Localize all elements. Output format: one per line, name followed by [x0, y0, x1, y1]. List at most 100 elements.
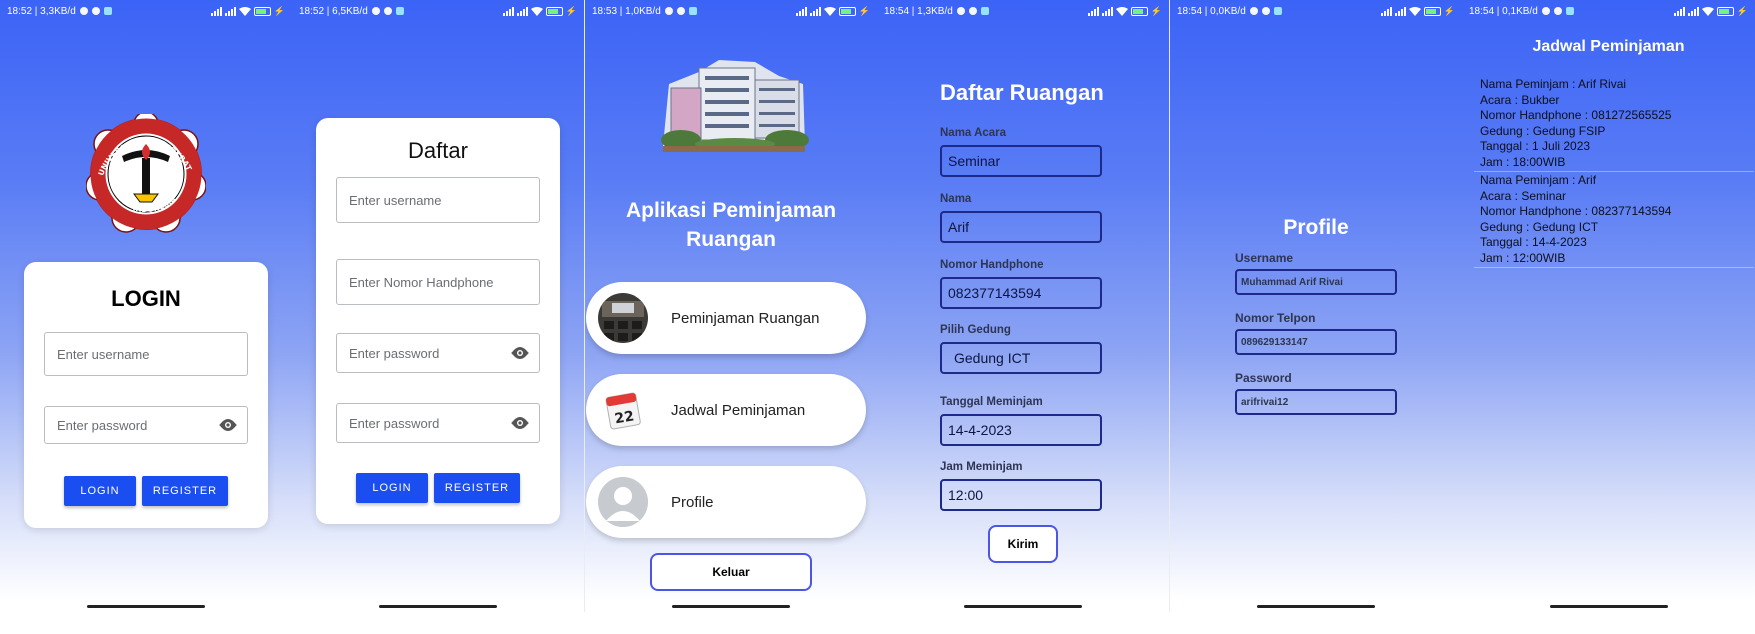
pilih-gedung-select[interactable]: Gedung ICT — [940, 342, 1102, 374]
tanggal-meminjam-input[interactable]: 14-4-2023 — [940, 414, 1102, 446]
nomor-handphone-input[interactable]: 082377143594 — [940, 277, 1102, 309]
username-placeholder: Enter username — [349, 192, 442, 208]
entry-gedung: Gedung : Gedung ICT — [1480, 219, 1599, 234]
entry-tanggal: Tanggal : 14-4-2023 — [1480, 235, 1587, 249]
profile-screen: 18:54 | 0,0KB/d ⚡ Profile Username Muham… — [1170, 0, 1462, 612]
wifi-icon — [238, 6, 251, 16]
home-indicator[interactable] — [379, 605, 497, 608]
eye-icon[interactable] — [219, 419, 237, 431]
entry-jam: Jam : 12:00WIB — [1480, 250, 1566, 265]
jam-meminjam-value: 12:00 — [948, 487, 984, 503]
nama-acara-input[interactable]: Seminar — [940, 145, 1102, 177]
signal-icon — [1673, 6, 1685, 16]
battery-icon — [838, 6, 856, 16]
signal-icon — [1101, 6, 1113, 16]
notification-icon — [664, 7, 673, 15]
status-time: 18:54 | 1,3KB/d — [884, 5, 953, 17]
entry-divider — [1474, 171, 1754, 172]
notification-icon — [371, 7, 380, 15]
status-bar: 18:53 | 1,0KB/d ⚡ — [585, 0, 877, 22]
home-indicator[interactable] — [1549, 605, 1668, 608]
battery-icon — [1716, 6, 1734, 16]
signal-icon — [1394, 6, 1406, 16]
schedule-entry[interactable]: Nama Peminjam : Arif Acara : Seminar Nom… — [1480, 173, 1750, 266]
status-bar: 18:54 | 0,0KB/d ⚡ — [1170, 0, 1462, 22]
notification-icon — [1249, 7, 1258, 15]
username-placeholder: Enter username — [57, 346, 150, 362]
submit-button[interactable]: Kirim — [988, 525, 1058, 563]
charging-icon: ⚡ — [1736, 5, 1748, 16]
logout-button[interactable]: Keluar — [650, 553, 812, 591]
register-card: Daftar Enter username Enter Nomor Handph… — [316, 118, 560, 524]
building-image — [659, 54, 809, 156]
username-input[interactable]: Enter username — [336, 177, 540, 223]
wifi-icon — [1408, 6, 1421, 16]
university-logo: UNIVERSITAS TEKNOKRAT INDONESIA — [85, 111, 207, 234]
home-menu-screen: 18:53 | 1,0KB/d ⚡ Aplikasi Peminjaman Ru… — [585, 0, 877, 612]
password-input[interactable]: Enter password — [336, 333, 540, 373]
home-indicator[interactable] — [964, 605, 1082, 608]
menu-item-peminjaman-ruangan[interactable]: Peminjaman Ruangan — [586, 282, 866, 354]
username-field[interactable]: Muhammad Arif Rivai — [1235, 269, 1397, 295]
signal-icon — [809, 6, 821, 16]
charging-icon: ⚡ — [1150, 5, 1162, 16]
app-title-line1: Aplikasi Peminjaman — [625, 199, 837, 222]
battery-icon — [253, 6, 271, 16]
classroom-photo-icon — [598, 293, 648, 343]
register-button[interactable]: REGISTER — [142, 476, 228, 506]
login-button[interactable]: LOGIN — [64, 476, 136, 506]
eye-icon[interactable] — [511, 347, 529, 359]
login-button[interactable]: LOGIN — [356, 473, 428, 503]
home-indicator[interactable] — [1257, 605, 1375, 608]
entry-hp: Nomor Handphone : 082377143594 — [1480, 204, 1672, 218]
wifi-icon — [823, 6, 836, 16]
nomor-telpon-label: Nomor Telpon — [1235, 311, 1316, 325]
status-time: 18:52 | 6,5KB/d — [299, 5, 368, 17]
entry-peminjam: Nama Peminjam : Arif — [1480, 173, 1597, 187]
profile-title: Profile — [1283, 216, 1349, 239]
status-bar: 18:52 | 6,5KB/d ⚡ — [292, 0, 584, 22]
menu-item-profile[interactable]: Profile — [586, 466, 866, 538]
jam-meminjam-label: Jam Meminjam — [940, 461, 1023, 473]
confirm-password-input[interactable]: Enter password — [336, 403, 540, 443]
phone-input[interactable]: Enter Nomor Handphone — [336, 259, 540, 305]
notification-icon — [676, 7, 685, 15]
entry-divider — [1474, 267, 1754, 268]
notification-icon — [91, 7, 100, 15]
eye-icon[interactable] — [511, 417, 529, 429]
schedule-screen: 18:54 | 0,1KB/d ⚡ Jadwal Peminjaman Nama… — [1462, 0, 1755, 612]
nama-label: Nama — [940, 193, 972, 205]
notification-icon — [79, 7, 88, 15]
panel-divider — [1169, 0, 1170, 612]
home-indicator[interactable] — [87, 605, 205, 608]
status-time: 18:52 | 3,3KB/d — [7, 5, 76, 17]
register-screen: 18:52 | 6,5KB/d ⚡ Daftar Enter username … — [292, 0, 584, 612]
nama-input[interactable]: Arif — [940, 211, 1102, 243]
jam-meminjam-input[interactable]: 12:00 — [940, 479, 1102, 511]
schedule-title: Jadwal Peminjaman — [1532, 38, 1685, 55]
notification-icon — [1261, 7, 1270, 15]
status-bar: 18:52 | 3,3KB/d ⚡ — [0, 0, 292, 22]
schedule-entry[interactable]: Nama Peminjam : Arif Rivai Acara : Bukbe… — [1480, 77, 1750, 170]
register-title: Daftar — [408, 138, 468, 163]
room-booking-form-screen: 18:54 | 1,3KB/d ⚡ Daftar Ruangan Nama Ac… — [877, 0, 1169, 612]
register-button[interactable]: REGISTER — [434, 473, 520, 503]
username-input[interactable]: Enter username — [44, 332, 248, 376]
status-time: 18:53 | 1,0KB/d — [592, 5, 661, 17]
entry-hp: Nomor Handphone : 081272565525 — [1480, 108, 1672, 122]
password-value: arifrivai12 — [1241, 396, 1289, 408]
wifi-icon — [1701, 6, 1714, 16]
password-field[interactable]: arifrivai12 — [1235, 389, 1397, 415]
svg-text:22: 22 — [613, 408, 635, 427]
nomor-telpon-field[interactable]: 089629133147 — [1235, 329, 1397, 355]
confirm-password-placeholder: Enter password — [349, 415, 440, 431]
home-indicator[interactable] — [672, 605, 790, 608]
signal-icon — [1380, 6, 1392, 16]
menu-item-jadwal-peminjaman[interactable]: 22 Jadwal Peminjaman — [586, 374, 866, 446]
notification-icon — [1565, 7, 1574, 15]
signal-icon — [516, 6, 528, 16]
tanggal-meminjam-value: 14-4-2023 — [948, 422, 1012, 438]
user-avatar-icon — [598, 477, 648, 527]
charging-icon: ⚡ — [858, 5, 870, 16]
password-input[interactable]: Enter password — [44, 406, 248, 444]
